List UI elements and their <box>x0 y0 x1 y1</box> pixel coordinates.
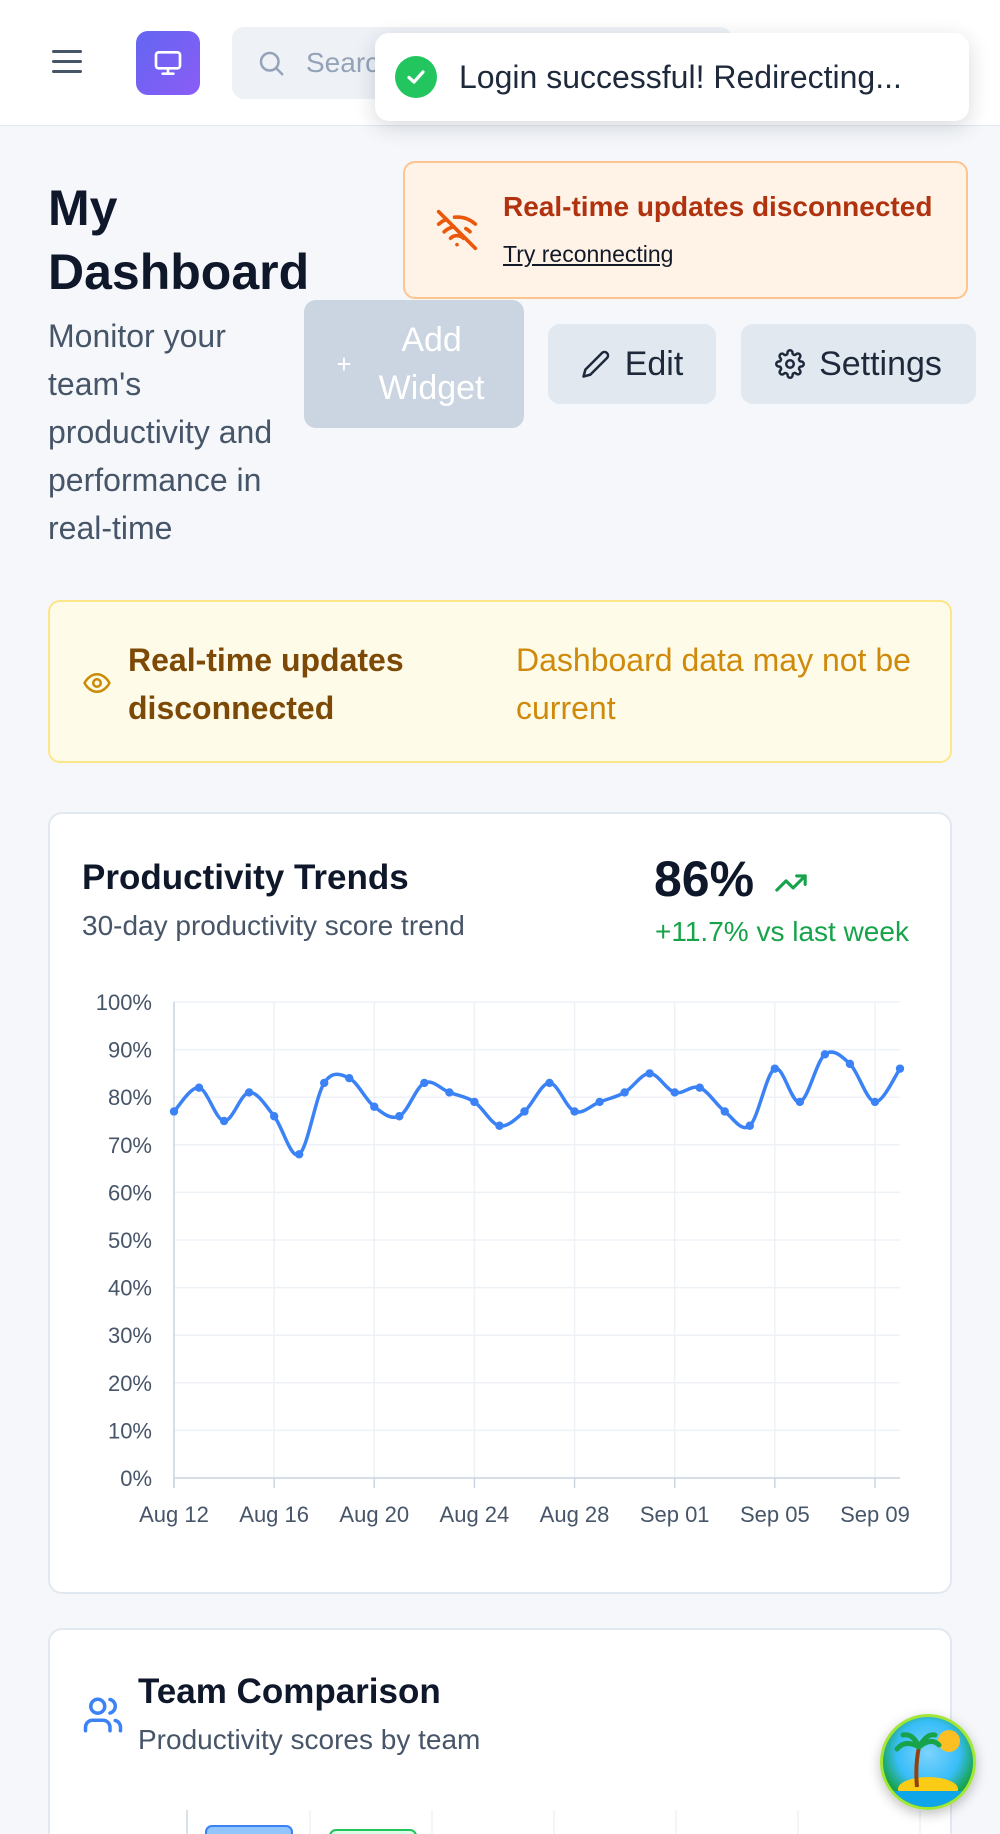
x-tick-label: Sep 05 <box>740 1502 810 1527</box>
data-point <box>269 1112 279 1121</box>
page-title: My Dashboard <box>48 180 310 300</box>
page-subtitle: Monitor your team's productivity and per… <box>48 318 273 546</box>
add-widget-button[interactable]: + Add Widget <box>304 300 524 428</box>
y-tick-label: 40% <box>108 1276 152 1301</box>
team-bar-chart <box>186 1810 921 1834</box>
data-point <box>520 1107 529 1116</box>
realtime-alert: Real-time updates disconnected Try recon… <box>403 161 968 299</box>
x-tick-label: Aug 28 <box>540 1502 610 1527</box>
y-tick-label: 60% <box>108 1180 152 1205</box>
warning-title: Real-time updates disconnected <box>128 642 404 726</box>
warning-message: Dashboard data may not be current <box>516 642 911 726</box>
data-point <box>345 1073 354 1083</box>
data-point <box>495 1121 504 1130</box>
edit-button[interactable]: Edit <box>548 324 716 404</box>
add-widget-label: Add Widget <box>378 321 485 407</box>
data-point <box>244 1088 254 1097</box>
y-tick-label: 10% <box>108 1418 152 1443</box>
data-point <box>570 1107 579 1116</box>
check-circle-icon <box>395 56 437 98</box>
success-toast: Login successful! Redirecting... <box>375 33 969 121</box>
y-tick-label: 90% <box>108 1038 152 1063</box>
team-bar <box>205 1825 293 1834</box>
toast-message: Login successful! Redirecting... <box>459 58 902 95</box>
data-point <box>820 1050 830 1059</box>
y-tick-label: 70% <box>108 1133 152 1158</box>
x-tick-label: Aug 24 <box>440 1502 510 1527</box>
team-bar <box>329 1829 417 1834</box>
data-point <box>169 1107 179 1116</box>
data-point <box>470 1097 479 1107</box>
data-point <box>219 1116 229 1126</box>
tropical-island-icon[interactable] <box>880 1714 976 1810</box>
data-point <box>895 1064 905 1073</box>
settings-label: Settings <box>819 344 942 383</box>
data-point <box>194 1083 204 1092</box>
data-point <box>320 1078 329 1088</box>
y-tick-label: 80% <box>108 1085 152 1110</box>
data-point <box>395 1112 404 1121</box>
data-point <box>620 1088 629 1097</box>
data-point <box>845 1059 855 1069</box>
settings-button[interactable]: Settings <box>741 324 976 404</box>
data-point <box>870 1097 880 1107</box>
y-tick-label: 50% <box>108 1228 152 1253</box>
data-point <box>294 1150 304 1159</box>
wifi-off-icon <box>436 209 478 251</box>
x-tick-label: Aug 20 <box>339 1502 409 1527</box>
y-tick-label: 20% <box>108 1371 152 1396</box>
edit-label: Edit <box>624 344 684 383</box>
x-tick-label: Sep 01 <box>640 1502 710 1527</box>
try-reconnecting-link[interactable]: Try reconnecting <box>503 241 673 268</box>
x-tick-label: Aug 16 <box>239 1502 309 1527</box>
series-line <box>172 1050 902 1157</box>
search-icon <box>259 51 284 76</box>
productivity-trends-card: Productivity Trends 30-day productivity … <box>48 812 952 1594</box>
monitor-icon[interactable] <box>136 31 200 95</box>
x-tick-label: Aug 12 <box>139 1502 209 1527</box>
team-comparison-card: Team Comparison Productivity scores by t… <box>48 1628 952 1834</box>
data-point <box>720 1107 729 1116</box>
data-point <box>670 1088 679 1097</box>
data-point <box>795 1097 805 1107</box>
y-tick-label: 30% <box>108 1323 152 1348</box>
realtime-alert-title: Real-time updates disconnected <box>503 191 933 222</box>
plus-icon: + <box>336 348 352 379</box>
data-point <box>745 1121 754 1130</box>
pencil-icon <box>581 350 609 378</box>
data-point <box>595 1097 604 1107</box>
menu-icon[interactable] <box>44 42 92 82</box>
data-point <box>645 1069 654 1078</box>
data-point <box>420 1078 429 1088</box>
x-tick-label: Sep 09 <box>840 1502 910 1527</box>
warning-banner: Real-time updates disconnected Dashboard… <box>48 600 952 763</box>
y-tick-label: 0% <box>120 1466 152 1491</box>
gear-icon <box>775 349 806 379</box>
productivity-line-chart: 0% 10% 20% 30% 40% 50% 60% 70% 80% 90% 100% Aug 12 A… <box>96 990 910 1527</box>
data-point <box>770 1064 780 1073</box>
data-point <box>545 1078 554 1088</box>
data-point <box>695 1083 704 1092</box>
data-point <box>370 1102 379 1111</box>
data-point <box>445 1088 454 1097</box>
eye-icon <box>83 673 111 693</box>
y-tick-label: 100% <box>96 990 152 1015</box>
